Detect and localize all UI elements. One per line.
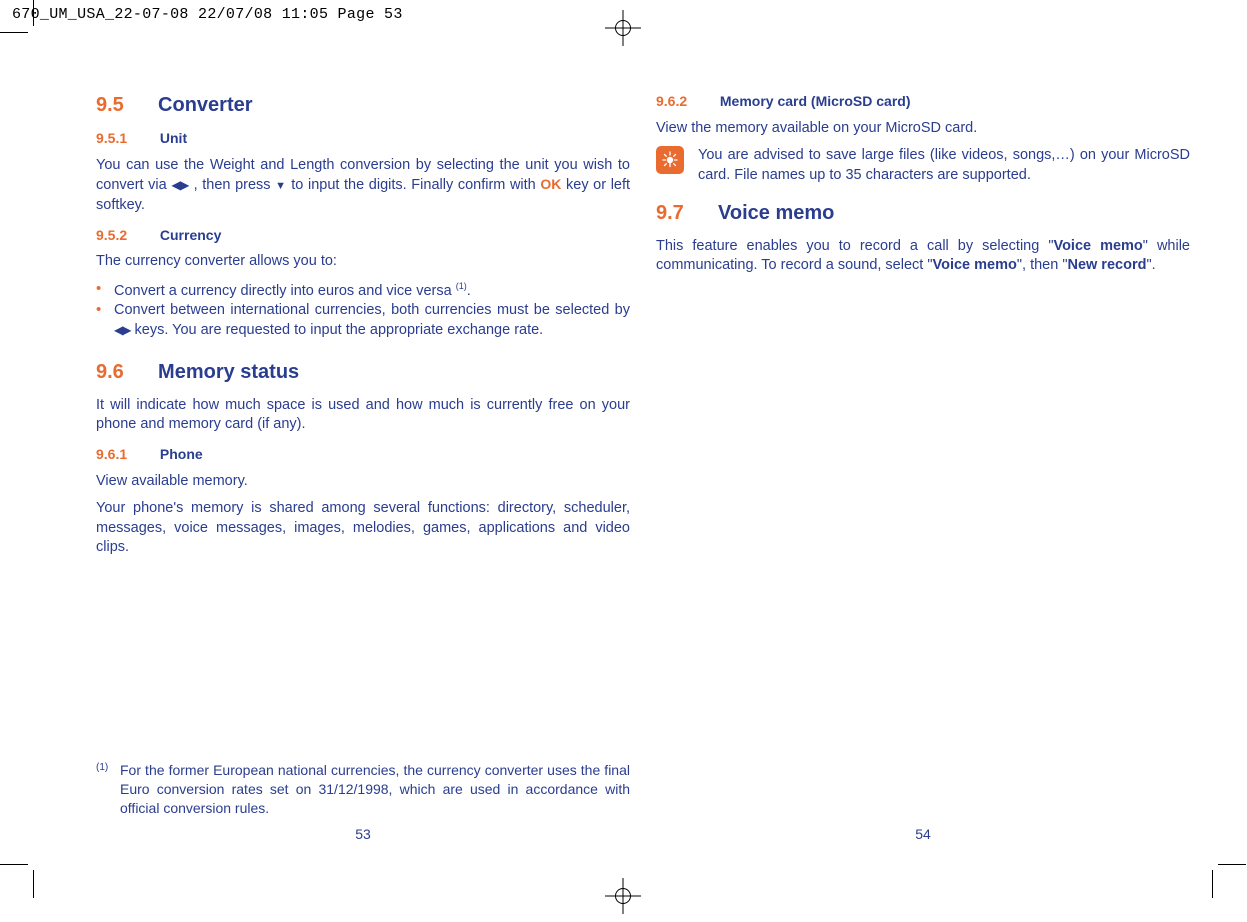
registration-mark-top	[605, 10, 641, 46]
bold-term: Voice memo	[1053, 238, 1142, 254]
list-item: • Convert a currency directly into euros…	[96, 280, 630, 301]
print-header: 670_UM_USA_22-07-08 22/07/08 11:05 Page …	[12, 6, 403, 23]
bullet-icon: •	[96, 280, 114, 301]
section-9-6-heading: 9.6 Memory status	[96, 359, 630, 386]
footnote-ref: (1)	[456, 281, 467, 291]
left-right-arrow-icon: ◀▶	[171, 178, 189, 192]
down-arrow-icon: ▼	[275, 180, 286, 192]
tip-callout: You are advised to save large files (lik…	[656, 146, 1190, 185]
subsection-title: Memory card (MicroSD card)	[720, 93, 911, 109]
subsection-title: Unit	[160, 130, 187, 146]
subsection-9-6-1-heading: 9.6.1 Phone	[96, 445, 630, 464]
paragraph: View the memory available on your MicroS…	[656, 119, 1190, 139]
text-fragment: Convert between international currencies…	[114, 302, 630, 318]
list-item: • Convert between international currenci…	[96, 301, 630, 340]
crop-mark	[0, 864, 28, 865]
text-fragment: ", then "	[1017, 257, 1068, 273]
footnote-text: For the former European national currenc…	[120, 761, 630, 818]
footnote: (1) For the former European national cur…	[96, 761, 630, 818]
section-title: Memory status	[158, 361, 299, 383]
text-fragment: keys. You are requested to input the app…	[135, 322, 544, 338]
subsection-number: 9.6.1	[96, 445, 156, 464]
list-item-text: Convert between international currencies…	[114, 301, 630, 340]
text-fragment: Convert a currency directly into euros a…	[114, 283, 456, 299]
bullet-icon: •	[96, 301, 114, 340]
paragraph: It will indicate how much space is used …	[96, 396, 630, 435]
text-fragment: ".	[1146, 257, 1155, 273]
footnote-marker: (1)	[96, 761, 120, 818]
subsection-number: 9.6.2	[656, 92, 716, 111]
section-number: 9.7	[656, 200, 714, 227]
page-number: 53	[96, 825, 630, 844]
subsection-title: Phone	[160, 446, 203, 462]
crop-mark	[33, 870, 34, 898]
page-left: 9.5 Converter 9.5.1 Unit You can use the…	[96, 92, 630, 844]
crop-mark	[0, 32, 28, 33]
tip-text: You are advised to save large files (lik…	[698, 146, 1190, 185]
subsection-9-5-1-heading: 9.5.1 Unit	[96, 129, 630, 148]
subsection-9-6-2-heading: 9.6.2 Memory card (MicroSD card)	[656, 92, 1190, 111]
bold-term: Voice memo	[933, 257, 1017, 273]
section-9-7-heading: 9.7 Voice memo	[656, 200, 1190, 227]
bullet-list: • Convert a currency directly into euros…	[96, 280, 630, 341]
section-9-5-heading: 9.5 Converter	[96, 92, 630, 119]
paragraph: View available memory.	[96, 472, 630, 492]
paragraph: Your phone's memory is shared among seve…	[96, 499, 630, 558]
text-fragment: to input the digits. Finally confirm wit…	[291, 177, 540, 193]
section-title: Converter	[158, 94, 252, 116]
page-right: 9.6.2 Memory card (MicroSD card) View th…	[656, 92, 1190, 844]
crop-mark	[1212, 870, 1213, 898]
lightbulb-icon	[656, 146, 684, 174]
text-fragment: This feature enables you to record a cal…	[656, 238, 1053, 254]
page-number: 54	[656, 825, 1190, 844]
subsection-9-5-2-heading: 9.5.2 Currency	[96, 226, 630, 245]
text-fragment: , then press	[194, 177, 276, 193]
paragraph: You can use the Weight and Length conver…	[96, 156, 630, 216]
list-item-text: Convert a currency directly into euros a…	[114, 280, 630, 301]
subsection-title: Currency	[160, 227, 221, 243]
crop-mark	[33, 0, 34, 26]
left-right-arrow-icon: ◀▶	[114, 323, 130, 337]
section-number: 9.5	[96, 92, 154, 119]
bold-term: New record	[1067, 257, 1146, 273]
ok-key-glyph: OK	[540, 176, 561, 192]
text-fragment: .	[467, 283, 471, 299]
paragraph: The currency converter allows you to:	[96, 252, 630, 272]
section-number: 9.6	[96, 359, 154, 386]
subsection-number: 9.5.1	[96, 129, 156, 148]
paragraph: This feature enables you to record a cal…	[656, 237, 1190, 276]
crop-mark	[1218, 864, 1246, 865]
subsection-number: 9.5.2	[96, 226, 156, 245]
registration-mark-bottom	[605, 878, 641, 914]
section-title: Voice memo	[718, 202, 834, 224]
